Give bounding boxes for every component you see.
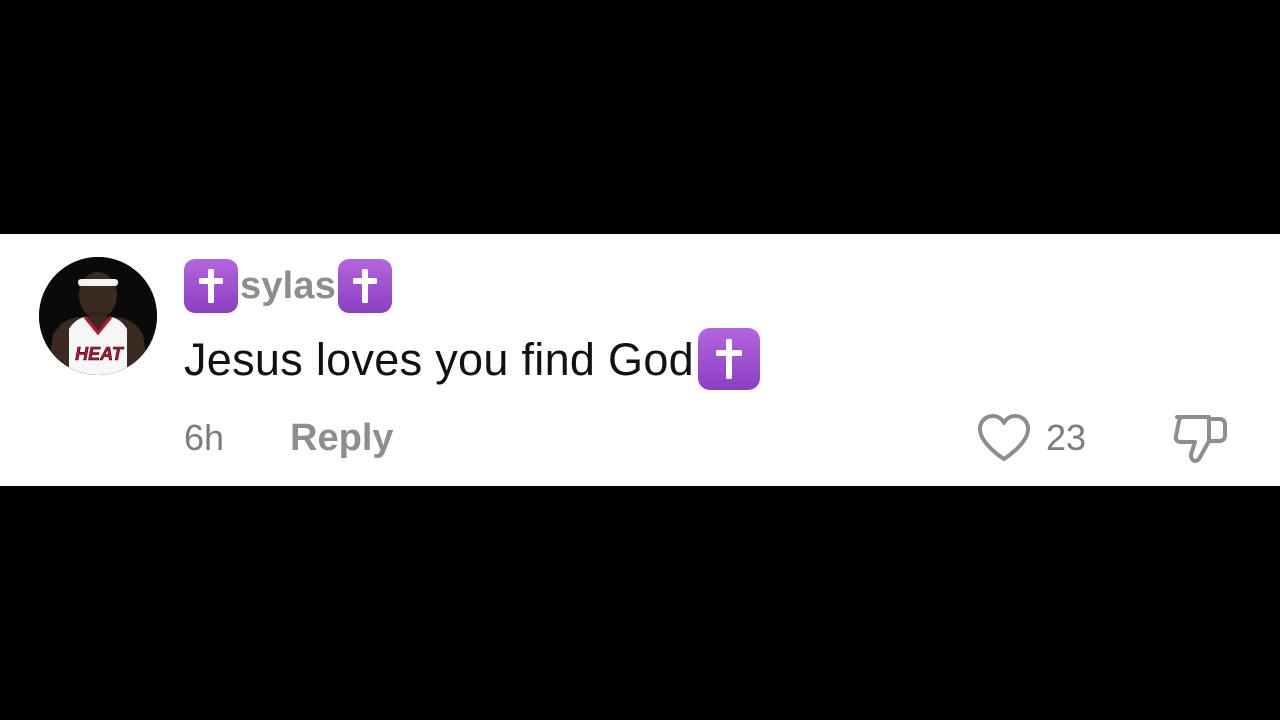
- comment-body: Jesus loves you find God: [184, 328, 760, 390]
- like-count: 23: [1046, 417, 1087, 458]
- avatar[interactable]: HEAT: [39, 257, 157, 375]
- comment-text: Jesus loves you find God: [184, 333, 694, 385]
- svg-text:HEAT: HEAT: [75, 344, 125, 364]
- avatar-image: HEAT: [39, 257, 157, 375]
- like-group: 23: [976, 412, 1086, 464]
- timestamp: 6h: [184, 417, 225, 458]
- cross-icon: [338, 259, 393, 313]
- comment-meta: 6h Reply: [184, 414, 394, 462]
- username[interactable]: sylas: [240, 267, 336, 305]
- comment-card: HEAT sylas Jesus loves you find God 6h R…: [0, 234, 1280, 486]
- cross-icon: [697, 328, 760, 390]
- cross-icon: [184, 259, 238, 313]
- reply-button[interactable]: Reply: [290, 419, 393, 457]
- screen: HEAT sylas Jesus loves you find God 6h R…: [0, 0, 1280, 720]
- thumbs-down-icon[interactable]: [1170, 410, 1232, 466]
- username-row: sylas: [184, 258, 393, 314]
- heart-icon[interactable]: [976, 412, 1032, 464]
